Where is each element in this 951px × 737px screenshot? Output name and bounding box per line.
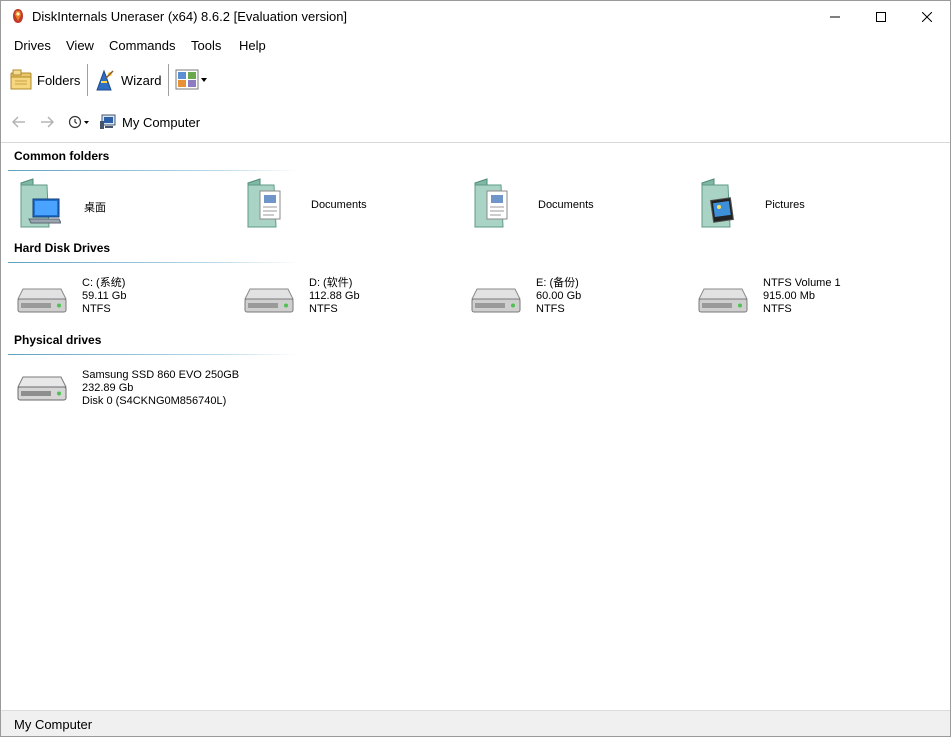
documents-folder-icon — [247, 178, 281, 228]
folder-label: 桌面 — [84, 202, 106, 214]
drive-tile-d[interactable]: D: (软件) 112.88 Gb NTFS — [244, 275, 464, 331]
menu-help[interactable]: Help — [239, 38, 266, 53]
section-title-common-folders: Common folders — [14, 149, 110, 163]
hard-drive-icon — [471, 288, 521, 313]
pictures-folder-icon — [701, 178, 734, 228]
minimize-icon — [830, 16, 840, 17]
section-title-physical-drives: Physical drives — [14, 333, 102, 347]
folder-tile-documents[interactable]: Documents — [473, 177, 693, 233]
physical-drive-tile[interactable]: Samsung SSD 860 EVO 250GB 232.89 Gb Disk… — [17, 367, 277, 423]
minimize-button[interactable] — [812, 1, 858, 32]
toolbar-separator — [168, 64, 169, 96]
drive-size: 59.11 Gb — [82, 290, 127, 302]
close-button[interactable] — [904, 1, 950, 32]
title-bar[interactable]: DiskInternals Uneraser (x64) 8.6.2 [Eval… — [1, 1, 950, 32]
wizard-icon — [96, 69, 114, 91]
drive-name: C: (系统) — [82, 277, 126, 289]
maximize-button[interactable] — [858, 1, 904, 32]
toolbar-separator — [87, 64, 88, 96]
drive-name: NTFS Volume 1 — [763, 277, 841, 289]
back-arrow-icon[interactable] — [10, 113, 28, 131]
folder-label: Pictures — [765, 199, 805, 211]
maximize-icon — [876, 11, 886, 22]
window-title: DiskInternals Uneraser (x64) 8.6.2 [Eval… — [32, 9, 348, 24]
drive-size: 60.00 Gb — [536, 290, 582, 302]
physical-drive-icon — [17, 376, 67, 401]
divider — [1, 142, 950, 143]
drive-size: 232.89 Gb — [82, 382, 134, 394]
folders-label: Folders — [37, 72, 81, 88]
documents-folder-icon — [474, 178, 508, 228]
menu-commands[interactable]: Commands — [109, 38, 175, 53]
section-divider — [8, 262, 300, 263]
folders-icon — [10, 69, 32, 90]
drive-tile-c[interactable]: C: (系统) 59.11 Gb NTFS — [17, 275, 237, 331]
status-bar: My Computer — [1, 710, 950, 736]
drive-tile-e[interactable]: E: (备份) 60.00 Gb NTFS — [471, 275, 691, 331]
drive-size: 112.88 Gb — [309, 290, 360, 302]
drive-tile-ntfs-volume-1[interactable]: NTFS Volume 1 915.00 Mb NTFS — [698, 275, 918, 331]
folder-tile-pictures[interactable]: Pictures — [700, 177, 920, 233]
section-title-hard-disk-drives: Hard Disk Drives — [14, 241, 111, 255]
folder-tile-desktop[interactable]: 桌面 — [19, 177, 239, 233]
wizard-button[interactable]: Wizard — [93, 63, 161, 97]
app-window: DiskInternals Uneraser (x64) 8.6.2 [Eval… — [0, 0, 951, 737]
drive-detail: Disk 0 (S4CKNG0M856740L) — [82, 395, 227, 407]
wizard-label: Wizard — [121, 72, 162, 88]
menu-bar: Drives View Commands Tools Help — [1, 34, 950, 56]
desktop-folder-icon — [20, 178, 61, 228]
close-icon — [922, 11, 932, 22]
menu-view[interactable]: View — [66, 38, 94, 53]
hard-drive-icon — [17, 288, 67, 313]
drive-filesystem: NTFS — [309, 303, 338, 315]
my-computer-icon — [100, 114, 116, 129]
view-mode-icon — [175, 69, 207, 90]
folder-label: Documents — [311, 199, 367, 211]
view-mode-button[interactable] — [175, 63, 209, 97]
hard-drive-icon — [244, 288, 294, 313]
drive-size: 915.00 Mb — [763, 290, 815, 302]
section-divider — [8, 170, 300, 171]
folders-button[interactable]: Folders — [9, 63, 80, 97]
status-text: My Computer — [14, 717, 93, 732]
history-icon[interactable] — [67, 113, 91, 131]
toolbar: Folders Wizard — [1, 61, 950, 99]
folder-label: Documents — [538, 199, 594, 211]
drive-name: E: (备份) — [536, 277, 579, 289]
forward-arrow-icon[interactable] — [38, 113, 56, 131]
location-path[interactable]: My Computer — [122, 115, 200, 130]
menu-drives[interactable]: Drives — [14, 38, 51, 53]
navigation-bar: My Computer — [1, 109, 950, 135]
app-logo-icon — [13, 9, 23, 23]
drive-filesystem: NTFS — [536, 303, 565, 315]
drive-name: D: (软件) — [309, 277, 353, 289]
drive-filesystem: NTFS — [82, 303, 111, 315]
menu-tools[interactable]: Tools — [191, 38, 221, 53]
section-divider — [8, 354, 300, 355]
folder-tile-documents[interactable]: Documents — [246, 177, 466, 233]
hard-drive-icon — [698, 288, 748, 313]
drive-name: Samsung SSD 860 EVO 250GB — [82, 369, 240, 381]
drive-filesystem: NTFS — [763, 303, 792, 315]
